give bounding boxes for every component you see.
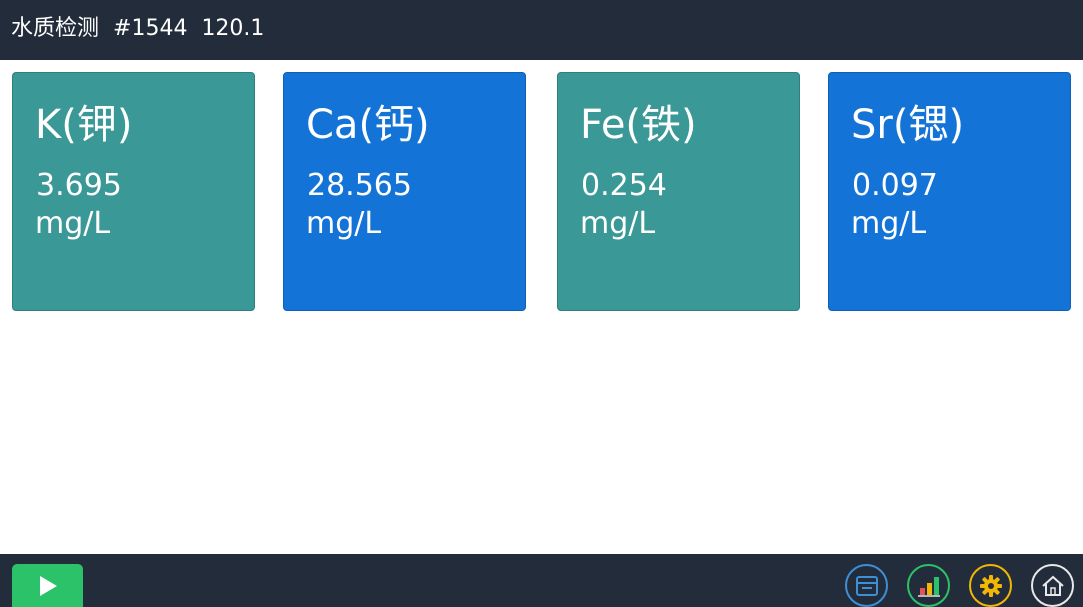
top-bar: 水质检测 #1544 120.1 <box>0 0 1083 60</box>
home-button[interactable] <box>1031 564 1074 607</box>
chart-button[interactable] <box>907 564 950 607</box>
device-id: #1544 <box>113 16 188 41</box>
card-value: 3.695 <box>36 168 122 203</box>
card-unit: mg/L <box>306 206 382 241</box>
card-value: 28.565 <box>307 168 412 203</box>
card-value: 0.097 <box>852 168 938 203</box>
card-k[interactable]: K(钾) 3.695 mg/L <box>12 72 255 311</box>
card-name: K(钾) <box>35 102 133 148</box>
card-name: Fe(铁) <box>580 102 697 148</box>
archive-button[interactable] <box>845 564 888 607</box>
settings-button[interactable] <box>969 564 1012 607</box>
card-unit: mg/L <box>580 206 656 241</box>
app-title: 水质检测 <box>11 16 100 41</box>
card-ca[interactable]: Ca(钙) 28.565 mg/L <box>283 72 526 311</box>
card-name: Ca(钙) <box>306 102 430 148</box>
bottom-bar <box>0 554 1083 607</box>
gear-icon <box>979 574 1002 597</box>
card-unit: mg/L <box>35 206 111 241</box>
bar-chart-icon <box>917 576 940 597</box>
header-info: 水质检测 #1544 120.1 <box>11 14 264 44</box>
card-sr[interactable]: Sr(锶) 0.097 mg/L <box>828 72 1071 311</box>
archive-icon <box>855 575 878 596</box>
card-unit: mg/L <box>851 206 927 241</box>
header-reading: 120.1 <box>201 16 265 41</box>
card-value: 0.254 <box>581 168 667 203</box>
play-button[interactable] <box>12 564 83 607</box>
card-name: Sr(锶) <box>851 102 965 148</box>
play-icon <box>39 575 57 596</box>
home-icon <box>1041 575 1064 596</box>
card-fe[interactable]: Fe(铁) 0.254 mg/L <box>557 72 800 311</box>
